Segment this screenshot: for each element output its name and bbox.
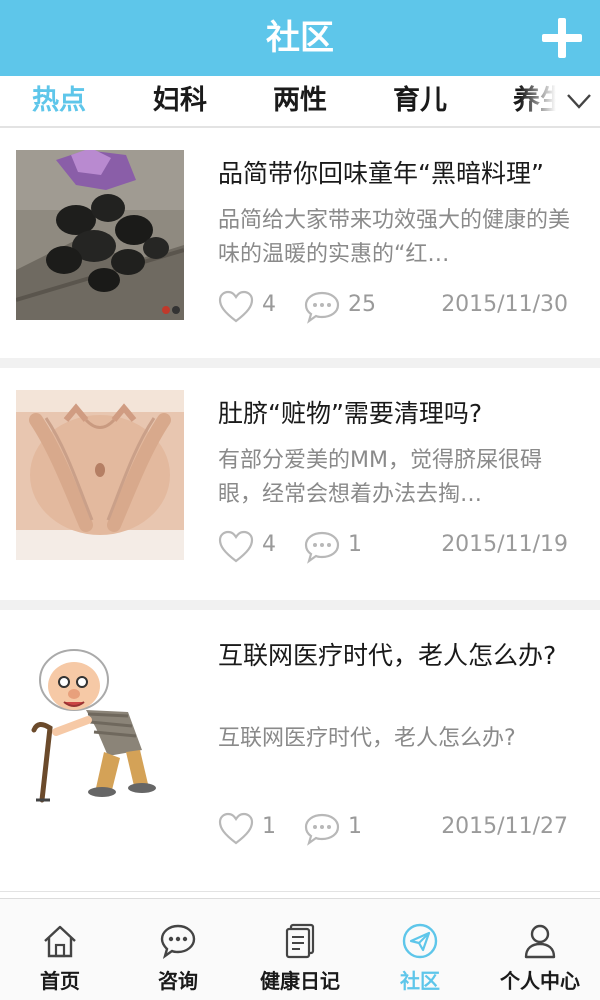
nav-consult[interactable]: 咨询 (118, 899, 238, 1000)
tab-gynecology[interactable]: 妇科 (153, 76, 207, 126)
article-thumbnail (16, 640, 184, 810)
tab-sex-health[interactable]: 两性 (273, 76, 327, 126)
article-date: 2015/11/27 (441, 814, 568, 839)
article-date: 2015/11/19 (441, 532, 568, 557)
comment-icon[interactable] (304, 530, 340, 564)
article-meta: 4 1 2015/11/19 (218, 528, 578, 568)
heart-icon[interactable] (218, 290, 254, 324)
category-tabs: 热点 妇科 两性 育儿 养生 (0, 76, 600, 128)
article-summary: 有部分爱美的MM，觉得脐屎很碍眼，经常会想着办法去掏… (218, 448, 542, 507)
expand-tabs-button[interactable] (564, 86, 594, 116)
like-count: 4 (262, 292, 276, 317)
top-bar: 社区 (0, 0, 600, 76)
article-title: 肚脐“赃物”需要清理吗? (218, 399, 483, 428)
article-summary: 互联网医疗时代，老人怎么办? (218, 726, 516, 751)
home-icon (44, 925, 76, 958)
nav-community[interactable]: 社区 (360, 899, 480, 1000)
heart-icon[interactable] (218, 812, 254, 846)
article-item[interactable]: 互联网医疗时代，老人怎么办? 互联网医疗时代，老人怎么办? 1 1 2015/1… (0, 610, 600, 892)
heart-icon[interactable] (218, 530, 254, 564)
comment-count: 25 (348, 292, 376, 317)
article-title: 品简带你回味童年“黑暗料理” (218, 159, 544, 188)
page-title: 社区 (266, 18, 334, 58)
article-item[interactable]: 品简带你回味童年“黑暗料理” 品简给大家带来功效强大的健康的美味的温暖的实惠的“… (0, 128, 600, 368)
comment-count: 1 (348, 532, 362, 557)
article-list: 品简带你回味童年“黑暗料理” 品简给大家带来功效强大的健康的美味的温暖的实惠的“… (0, 128, 600, 892)
like-count: 4 (262, 532, 276, 557)
nav-label: 健康日记 (260, 969, 340, 993)
nav-home[interactable]: 首页 (0, 899, 120, 1000)
diary-icon (285, 923, 315, 959)
nav-health-diary[interactable]: 健康日记 (240, 899, 360, 1000)
add-post-button[interactable] (538, 14, 586, 62)
send-icon (402, 923, 438, 959)
comment-count: 1 (348, 814, 362, 839)
nav-label: 咨询 (158, 969, 198, 993)
like-count: 1 (262, 814, 276, 839)
user-icon (524, 924, 556, 959)
comment-icon[interactable] (304, 812, 340, 846)
tab-parenting[interactable]: 育儿 (393, 76, 447, 126)
article-summary: 品简给大家带来功效强大的健康的美味的温暖的实惠的“红… (218, 208, 571, 267)
article-date: 2015/11/30 (441, 292, 568, 317)
old-man-cartoon (16, 640, 184, 810)
nav-profile[interactable]: 个人中心 (480, 899, 600, 1000)
nav-label: 个人中心 (500, 969, 580, 993)
nav-label: 社区 (400, 969, 440, 993)
tab-hot[interactable]: 热点 (32, 76, 86, 126)
bottom-nav: 首页 咨询 健康日记 社区 个人中心 (0, 898, 600, 1000)
article-title: 互联网医疗时代，老人怎么办? (218, 641, 557, 670)
comment-icon[interactable] (304, 290, 340, 324)
chevron-down-icon (567, 94, 591, 109)
article-meta: 4 25 2015/11/30 (218, 288, 578, 328)
plus-icon (542, 18, 582, 58)
belly-hands-photo (16, 390, 184, 560)
nav-label: 首页 (40, 969, 80, 993)
article-thumbnail (16, 150, 184, 320)
article-thumbnail (16, 390, 184, 560)
article-item[interactable]: 肚脐“赃物”需要清理吗? 有部分爱美的MM，觉得脐屎很碍眼，经常会想着办法去掏…… (0, 368, 600, 610)
article-meta: 1 1 2015/11/27 (218, 810, 578, 850)
chat-icon (160, 924, 196, 959)
dark-food-photo (16, 150, 184, 320)
